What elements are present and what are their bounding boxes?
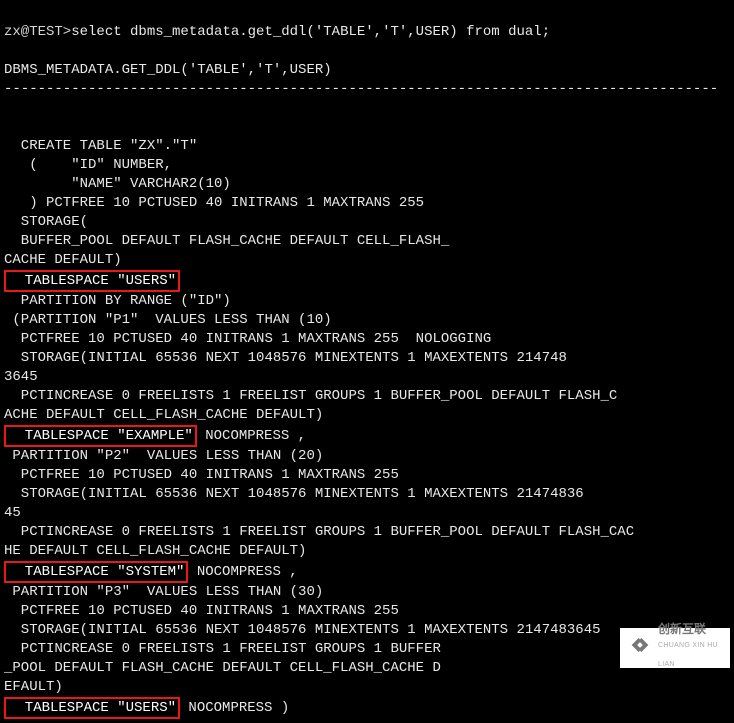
header-dashline: ----------------------------------------… <box>4 81 718 97</box>
ddl-line: NOCOMPRESS , <box>188 564 297 580</box>
ddl-line: ( "ID" NUMBER, <box>4 157 172 173</box>
highlight-tablespace-users: TABLESPACE "USERS" <box>4 270 180 292</box>
prompt-line[interactable]: zx@TEST>select dbms_metadata.get_ddl('TA… <box>4 24 550 40</box>
ddl-line: 3645 <box>4 369 38 385</box>
sql-command: select dbms_metadata.get_ddl('TABLE','T'… <box>71 24 550 40</box>
ddl-line: "NAME" VARCHAR2(10) <box>4 176 231 192</box>
watermark-brand: 创新互联 <box>658 622 730 636</box>
ddl-line: 45 <box>4 505 21 521</box>
ddl-line: PCTINCREASE 0 FREELISTS 1 FREELIST GROUP… <box>4 641 441 657</box>
ddl-line: NOCOMPRESS ) <box>180 700 289 716</box>
ddl-line: ) PCTFREE 10 PCTUSED 40 INITRANS 1 MAXTR… <box>4 195 424 211</box>
ddl-line: PCTFREE 10 PCTUSED 40 INITRANS 1 MAXTRAN… <box>4 467 399 483</box>
highlight-tablespace-system: TABLESPACE "SYSTEM" <box>4 561 188 583</box>
ddl-line: ACHE DEFAULT CELL_FLASH_CACHE DEFAULT) <box>4 407 323 423</box>
column-header: DBMS_METADATA.GET_DDL('TABLE','T',USER) <box>4 62 332 78</box>
highlight-tablespace-users-2: TABLESPACE "USERS" <box>4 697 180 719</box>
ddl-line: _POOL DEFAULT FLASH_CACHE DEFAULT CELL_F… <box>4 660 441 676</box>
ddl-line: PCTINCREASE 0 FREELISTS 1 FREELIST GROUP… <box>4 388 617 404</box>
ddl-line: NOCOMPRESS , <box>197 428 306 444</box>
ddl-line: (PARTITION "P1" VALUES LESS THAN (10) <box>4 312 332 328</box>
prompt-user-host: zx@TEST> <box>4 24 71 40</box>
ddl-line: HE DEFAULT CELL_FLASH_CACHE DEFAULT) <box>4 543 306 559</box>
ddl-line: PARTITION BY RANGE ("ID") <box>4 293 231 309</box>
terminal-output: zx@TEST>select dbms_metadata.get_ddl('TA… <box>0 0 734 723</box>
ddl-line: PCTFREE 10 PCTUSED 40 INITRANS 1 MAXTRAN… <box>4 331 491 347</box>
ddl-line: PCTINCREASE 0 FREELISTS 1 FREELIST GROUP… <box>4 524 634 540</box>
ddl-line: CREATE TABLE "ZX"."T" <box>4 138 197 154</box>
ddl-line: STORAGE( <box>4 214 88 230</box>
ddl-line: CACHE DEFAULT) <box>4 252 122 268</box>
ddl-line: PARTITION "P2" VALUES LESS THAN (20) <box>4 448 323 464</box>
ddl-line: PCTFREE 10 PCTUSED 40 INITRANS 1 MAXTRAN… <box>4 603 399 619</box>
ddl-line: PARTITION "P3" VALUES LESS THAN (30) <box>4 584 323 600</box>
ddl-line: STORAGE(INITIAL 65536 NEXT 1048576 MINEX… <box>4 350 567 366</box>
ddl-line: EFAULT) <box>4 679 63 695</box>
watermark-subtext: CHUANG XIN HU LIAN <box>658 636 730 674</box>
ddl-line: BUFFER_POOL DEFAULT FLASH_CACHE DEFAULT … <box>4 233 449 249</box>
highlight-tablespace-example: TABLESPACE "EXAMPLE" <box>4 425 197 447</box>
watermark-icon <box>626 631 654 666</box>
ddl-line: STORAGE(INITIAL 65536 NEXT 1048576 MINEX… <box>4 486 584 502</box>
ddl-line: STORAGE(INITIAL 65536 NEXT 1048576 MINEX… <box>4 622 601 638</box>
watermark-logo: 创新互联 CHUANG XIN HU LIAN <box>620 628 730 668</box>
